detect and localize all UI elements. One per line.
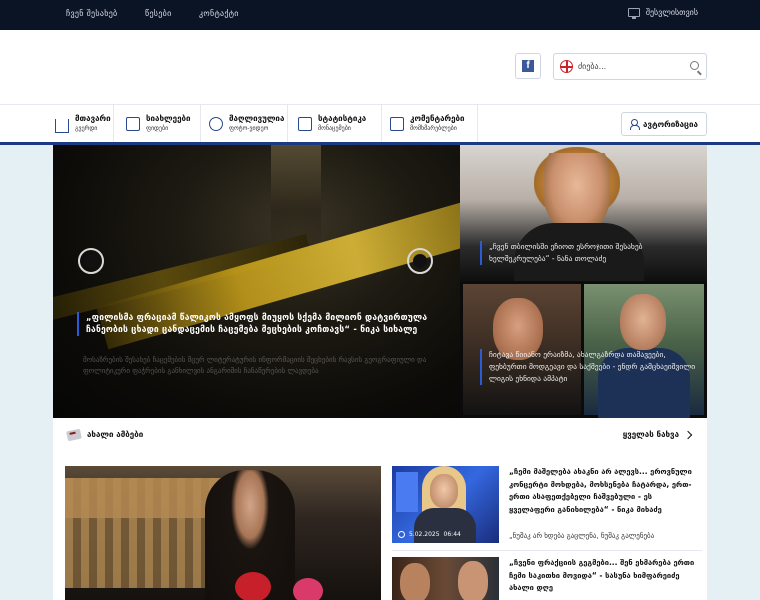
news-item-title[interactable]: „ჩემი მაშელება ახაკნი არ ალევს... ეროვნუ… <box>509 466 699 516</box>
featured-news-image[interactable] <box>65 466 381 600</box>
news-item-subtitle: „ნუშაკ არ ხდება გაცლენა, ნუშაკ გალენება <box>509 532 655 540</box>
see-all-label: ყველას ნახვა <box>622 430 679 439</box>
side-story-1[interactable]: „ჩვენ თბილისში ეჩიოთ ესროჯითი შესახებ ხე… <box>460 145 707 281</box>
nav-item-title: მაღლივულია <box>229 114 285 123</box>
facebook-icon: f <box>522 60 534 72</box>
nav-item-home[interactable]: მთავარი გვერდი <box>49 105 114 143</box>
ball-icon <box>209 117 223 131</box>
side-story-2[interactable]: ჩიტავა წიიანო ერაიზმა, ახალგაზრდა თამავე… <box>460 281 707 418</box>
nav-item-subtitle: მონაცემები <box>318 125 351 132</box>
nav-item-news[interactable]: სიახლეები ფიდები <box>120 105 201 143</box>
facebook-button[interactable]: f <box>515 53 541 79</box>
news-thumb-1[interactable]: 5.02.2025 06:44 <box>392 466 499 543</box>
news-thumb-2-person-right <box>458 561 488 600</box>
hero-caption[interactable]: „ფილისმა ფრაციამ წალიკოს ამყოფს მიუყოს ს… <box>77 312 437 336</box>
comment-icon <box>390 117 404 131</box>
news-thumb-2[interactable] <box>392 557 499 600</box>
nav-item-comments[interactable]: კომენტარები მომხმარებლები <box>384 105 478 143</box>
news-item-title[interactable]: „ჩვენი ფრაქციის გეგმები... შენ ეხმარება … <box>509 557 699 595</box>
nav-item-stats[interactable]: სტატისტიკა მონაცემები <box>292 105 382 143</box>
slider-next-button[interactable] <box>407 248 433 274</box>
news-heading: ახალი ამბები <box>87 430 144 439</box>
newspaper-icon <box>66 428 82 442</box>
microphone-icon <box>293 578 323 600</box>
search-icon[interactable] <box>690 61 699 70</box>
nav-item-subtitle: ფოტო-ვიდეო <box>229 125 269 132</box>
georgia-flag-icon[interactable] <box>560 60 573 73</box>
clock-icon <box>398 531 405 538</box>
side-story-1-face <box>544 153 610 233</box>
news-thumb-2-person-left <box>400 563 430 600</box>
side-story-1-caption: „ჩვენ თბილისში ეჩიოთ ესროჯითი შესახებ ხე… <box>480 241 700 265</box>
nav-item-title: სიახლეები <box>146 114 191 123</box>
side-story-2-face-right <box>620 294 666 350</box>
news-divider <box>392 550 702 551</box>
topbar-link-about[interactable]: ჩვენ შესახებ <box>66 9 118 18</box>
top-bar: ჩვენ შესახებ წესები კონტაქტი შესვლისთვის <box>0 0 760 30</box>
see-all-link[interactable]: ყველას ნახვა <box>622 430 693 439</box>
nav-item-subtitle: მომხმარებლები <box>410 125 457 132</box>
nav-item-title: კომენტარები <box>410 114 465 123</box>
auth-button-label: ავტორიზაცია <box>643 119 698 129</box>
slider-prev-button[interactable] <box>78 248 104 274</box>
news-thumb-1-graphic <box>396 472 418 512</box>
side-story-2-caption: ჩიტავა წიიანო ერაიზმა, ახალგაზრდა თამავე… <box>480 349 700 385</box>
topbar-link-rules[interactable]: წესები <box>145 9 172 18</box>
nav-item-subtitle: ფიდები <box>146 125 169 132</box>
news-time: 06:44 <box>443 531 461 538</box>
news-icon <box>126 117 140 131</box>
auth-button[interactable]: ავტორიზაცია <box>621 112 707 136</box>
home-icon <box>55 119 69 133</box>
hero-title: „ფილისმა ფრაციამ წალიკოს ამყოფს მიუყოს ს… <box>86 313 428 335</box>
news-datetime: 5.02.2025 06:44 <box>398 531 461 538</box>
search-box <box>553 53 707 80</box>
nav-item-title: სტატისტიკა <box>318 114 367 123</box>
topbar-login-label: შესვლისთვის <box>645 8 698 17</box>
microphone-icon <box>235 572 271 600</box>
topbar-link-contact[interactable]: კონტაქტი <box>199 9 239 18</box>
monitor-icon <box>627 8 640 19</box>
chevron-right-icon <box>683 430 693 439</box>
nav-item-title: მთავარი <box>75 114 111 123</box>
hero-slider[interactable]: „ფილისმა ფრაციამ წალიკოს ამყოფს მიუყოს ს… <box>53 145 460 418</box>
news-section: ახალი ამბები ყველას ნახვა 5.02.2025 06:4… <box>53 418 707 600</box>
nav-item-media[interactable]: მაღლივულია ფოტო-ვიდეო <box>203 105 288 143</box>
news-date: 5.02.2025 <box>409 531 440 538</box>
hero-description: მოსაზრების შესახებ ჩაცემების მცურ ლიტერა… <box>83 356 427 375</box>
search-input[interactable] <box>578 58 678 75</box>
topbar-login[interactable]: შესვლისთვის <box>627 8 698 19</box>
stats-icon <box>298 117 312 131</box>
main-nav: მთავარი გვერდი სიახლეები ფიდები მაღლივულია… <box>0 104 760 143</box>
user-icon <box>630 119 641 130</box>
news-thumb-1-face <box>430 474 458 508</box>
header: f <box>0 30 760 104</box>
nav-item-subtitle: გვერდი <box>75 125 98 132</box>
